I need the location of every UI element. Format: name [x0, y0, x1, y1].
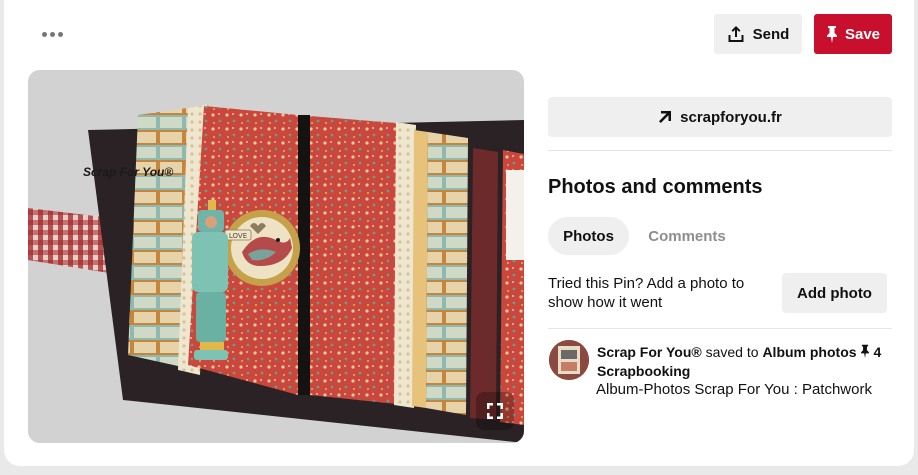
tab-photos[interactable]: Photos	[548, 217, 629, 255]
photos-comments-title: Photos and comments	[548, 176, 763, 198]
activity-user[interactable]: Scrap For You®	[597, 344, 702, 360]
activity-action: saved to	[705, 344, 759, 360]
tab-comments[interactable]: Comments	[637, 217, 737, 255]
send-button[interactable]: Send	[714, 14, 802, 54]
image-watermark: Scrap For You®	[83, 165, 173, 179]
pin-description: Album-Photos Scrap For You : Patchwork	[596, 381, 872, 398]
source-domain: scrapforyou.fr	[680, 108, 782, 126]
ellipsis-icon	[41, 31, 47, 37]
pushpin-icon	[826, 26, 837, 43]
avatar[interactable]	[549, 340, 589, 380]
send-label: Send	[752, 25, 790, 43]
pin-image[interactable]: LOVE Scrap For You®	[28, 70, 524, 443]
expand-icon	[487, 403, 503, 419]
activity-line: Scrap For You® saved to Album photos 4 S…	[597, 343, 902, 381]
add-photo-button[interactable]: Add photo	[782, 273, 887, 313]
share-upload-icon	[728, 26, 744, 42]
expand-image-button[interactable]	[476, 392, 514, 430]
source-link-button[interactable]: scrapforyou.fr	[548, 97, 892, 137]
divider	[548, 150, 892, 151]
pin-closeup-card: Send Save LOVE Scrap For You® scrapforyo…	[4, 0, 914, 466]
scrapbook-album-photo: LOVE Scrap For You®	[28, 70, 524, 443]
more-options-button[interactable]	[34, 20, 70, 48]
arrow-up-right-icon	[659, 111, 672, 123]
save-button[interactable]: Save	[814, 14, 892, 54]
save-label: Save	[844, 25, 881, 43]
pushpin-icon	[860, 344, 869, 358]
tried-pin-prompt: Tried this Pin? Add a photo to show how …	[548, 275, 745, 311]
activity-board[interactable]: Album photos	[762, 344, 856, 360]
divider	[548, 328, 892, 329]
avatar-image	[549, 340, 589, 380]
love-sticker-text: LOVE	[229, 232, 247, 240]
